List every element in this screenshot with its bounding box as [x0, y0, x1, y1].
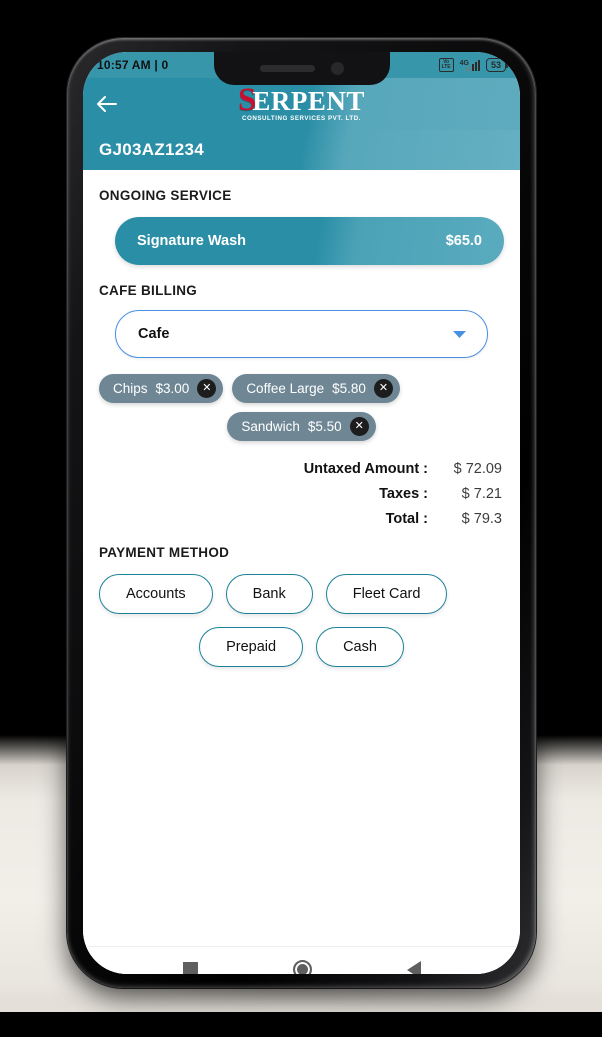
cafe-items-chips: Chips $3.00 ✕ Coffee Large $5.80 ✕ Sandw…	[99, 374, 504, 441]
total-row: Total : $ 79.3	[99, 511, 502, 527]
cafe-category-dropdown[interactable]: Cafe	[115, 310, 488, 358]
circle-home-icon[interactable]	[292, 960, 312, 974]
chevron-down-icon	[453, 330, 466, 338]
bottom-black-band	[0, 1012, 602, 1037]
front-camera-icon	[330, 62, 344, 75]
ongoing-service-heading: ONGOING SERVICE	[99, 188, 232, 203]
back-button[interactable]	[83, 78, 129, 130]
cafe-category-value: Cafe	[138, 326, 170, 342]
battery-icon: 53	[485, 58, 509, 72]
status-icons: Vo LTE 4G 53	[438, 58, 509, 72]
cafe-item-chip[interactable]: Coffee Large $5.80 ✕	[232, 374, 400, 403]
payment-button-accounts[interactable]: Accounts	[99, 574, 213, 614]
untaxed-amount-row: Untaxed Amount : $ 72.09	[99, 461, 502, 477]
total-value: $ 79.3	[461, 511, 502, 527]
payment-button-cash[interactable]: Cash	[316, 627, 404, 667]
ongoing-service-price: $65.0	[445, 233, 482, 249]
chip-item-price: $5.50	[307, 419, 342, 434]
total-colon: :	[423, 511, 428, 527]
cafe-item-chip[interactable]: Sandwich $5.50 ✕	[227, 412, 376, 441]
payment-method-heading: PAYMENT METHOD	[99, 545, 230, 560]
untaxed-amount-label: Untaxed Amount	[303, 461, 420, 477]
chip-item-name: Sandwich	[241, 419, 300, 434]
payment-button-bank[interactable]: Bank	[225, 574, 313, 614]
triangle-back-icon[interactable]	[406, 960, 421, 974]
chip-row-1: Chips $3.00 ✕ Coffee Large $5.80 ✕	[99, 374, 504, 403]
logo-tagline: CONSULTING SERVICES PVT. LTD.	[241, 114, 362, 122]
ongoing-service-card[interactable]: Signature Wash $65.0	[115, 217, 504, 265]
total-label: Total	[385, 511, 420, 527]
totals-summary: Untaxed Amount : $ 72.09 Taxes : $ 7.21 …	[99, 461, 504, 527]
ongoing-service-name: Signature Wash	[137, 233, 247, 249]
logo-name: ERPENT	[252, 85, 365, 116]
payment-method-buttons: Accounts Bank Fleet Card Prepaid Cash	[99, 574, 504, 667]
chip-remove-button[interactable]: ✕	[373, 379, 393, 398]
chip-row-2: Sandwich $5.50 ✕	[99, 412, 504, 441]
volte-icon: Vo LTE	[438, 58, 454, 72]
phone-device: 10:57 AM | 0 Vo LTE 4G 53 S ERPENT CONSU…	[67, 38, 536, 988]
chip-remove-button[interactable]: ✕	[349, 417, 369, 436]
cafe-item-chip[interactable]: Chips $3.00 ✕	[99, 374, 224, 403]
taxes-colon: :	[423, 486, 428, 502]
app-logo: S ERPENT CONSULTING SERVICES PVT. LTD.	[238, 83, 365, 122]
chip-item-price: $5.80	[332, 381, 366, 396]
taxes-label: Taxes	[379, 486, 420, 502]
taxes-row: Taxes : $ 7.21	[99, 486, 502, 502]
phone-screen: 10:57 AM | 0 Vo LTE 4G 53 S ERPENT CONSU…	[83, 52, 520, 974]
android-nav-bar	[83, 946, 520, 974]
chip-remove-button[interactable]: ✕	[197, 379, 217, 398]
phone-notch	[213, 52, 390, 85]
untaxed-amount-colon: :	[423, 461, 428, 477]
payment-row-2: Prepaid Cash	[99, 627, 504, 667]
status-time: 10:57 AM | 0	[97, 58, 169, 72]
app-bar: S ERPENT CONSULTING SERVICES PVT. LTD.	[83, 78, 520, 130]
chip-item-name: Chips	[113, 381, 148, 396]
page-content: ONGOING SERVICE Signature Wash $65.0 CAF…	[83, 188, 520, 974]
untaxed-amount-value: $ 72.09	[453, 461, 502, 477]
payment-row-1: Accounts Bank Fleet Card	[99, 574, 504, 614]
earpiece-speaker	[259, 65, 315, 72]
scene: 10:57 AM | 0 Vo LTE 4G 53 S ERPENT CONSU…	[0, 0, 602, 1037]
cafe-billing-heading: CAFE BILLING	[99, 283, 198, 298]
payment-button-prepaid[interactable]: Prepaid	[199, 627, 304, 667]
vehicle-plate-bar: GJ03AZ1234	[83, 130, 520, 170]
square-recents-icon[interactable]	[182, 962, 198, 974]
back-arrow-icon	[97, 96, 117, 112]
network-type-label: 4G	[459, 59, 469, 67]
chip-item-name: Coffee Large	[246, 381, 325, 396]
logo-wordmark: S ERPENT	[238, 83, 365, 116]
payment-button-fleet-card[interactable]: Fleet Card	[325, 574, 448, 614]
taxes-value: $ 7.21	[461, 486, 502, 502]
vehicle-plate-number: GJ03AZ1234	[99, 140, 205, 159]
chip-item-price: $3.00	[155, 381, 190, 396]
